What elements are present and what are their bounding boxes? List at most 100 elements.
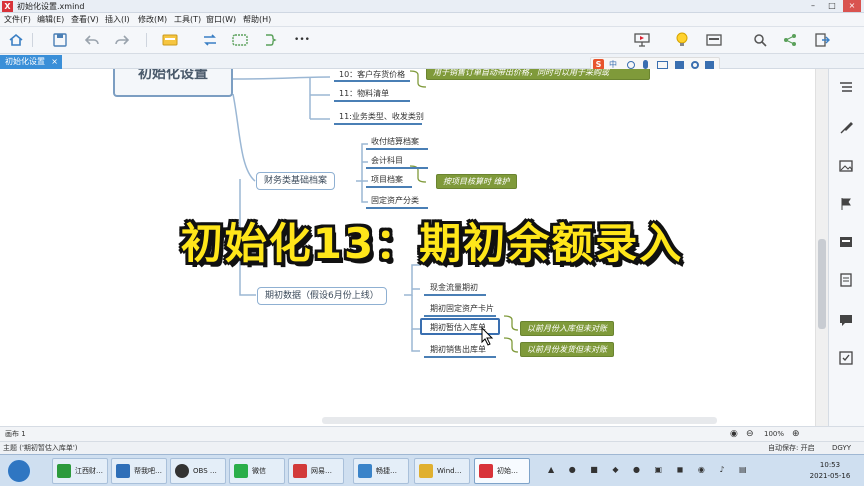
- topic-underline: [334, 80, 410, 82]
- chanjet-icon: [358, 464, 372, 478]
- obs-icon: [175, 464, 189, 478]
- folder-icon: [419, 464, 433, 478]
- sheet-tab[interactable]: 画布 1: [5, 428, 26, 441]
- notes-icon[interactable]: [837, 271, 855, 289]
- clock-time: 10:53: [819, 461, 841, 469]
- image-icon[interactable]: [837, 157, 855, 175]
- topic-sales-outbound[interactable]: 期初销售出库单: [430, 344, 486, 355]
- title-bar: X 初始化设置.xmind – □ ×: [0, 0, 864, 13]
- ime-tools-icon[interactable]: [705, 61, 714, 69]
- ime-emoji-icon[interactable]: [627, 61, 635, 69]
- clock-date: 2021-05-16: [809, 472, 851, 480]
- slides-icon[interactable]: [704, 31, 724, 49]
- app-icon: [116, 464, 130, 478]
- menu-insert[interactable]: 插入(I): [105, 13, 130, 27]
- topic-business-type[interactable]: 11:业务类型、收发类别: [339, 111, 424, 122]
- wechat-icon: [234, 464, 248, 478]
- redo-icon[interactable]: [112, 31, 132, 49]
- topic-underline: [366, 148, 428, 150]
- taskbar-item[interactable]: 网易…: [288, 458, 344, 484]
- taskbar-item-active[interactable]: 初始…: [474, 458, 530, 484]
- zoom-in-icon[interactable]: ⊕: [792, 428, 800, 441]
- topic-underline: [366, 207, 428, 209]
- topic-underline: [424, 294, 486, 296]
- zoom-out-icon[interactable]: ⊖: [746, 428, 754, 441]
- topic-accounts[interactable]: 会计科目: [371, 155, 403, 166]
- menu-view[interactable]: 查看(V): [71, 13, 99, 27]
- share-icon[interactable]: [780, 31, 800, 49]
- menu-window[interactable]: 窗口(W): [206, 13, 236, 27]
- ime-keyboard-icon[interactable]: [657, 61, 668, 69]
- home-icon[interactable]: [6, 31, 26, 49]
- topic-fixed-asset-class[interactable]: 固定资产分类: [371, 195, 419, 206]
- boundary-icon[interactable]: [230, 31, 250, 49]
- tab-document[interactable]: 初始化设置 ×: [0, 55, 62, 69]
- topic-project-archive[interactable]: 项目档案: [371, 174, 403, 185]
- menu-edit[interactable]: 编辑(E): [37, 13, 64, 27]
- close-button[interactable]: ×: [843, 0, 861, 12]
- ime-settings-icon[interactable]: [691, 61, 699, 69]
- xmind-logo-icon: X: [2, 1, 13, 12]
- lightbulb-icon[interactable]: [672, 31, 692, 49]
- topic-underline: [424, 315, 496, 317]
- theme-icon[interactable]: [160, 31, 180, 49]
- ime-mic-icon[interactable]: [643, 60, 648, 69]
- menu-help[interactable]: 帮助(H): [243, 13, 271, 27]
- horizontal-scrollbar[interactable]: [322, 417, 717, 424]
- menu-bar: 文件(F) 编辑(E) 查看(V) 插入(I) 修改(M) 工具(T) 窗口(W…: [0, 13, 864, 27]
- taskbar-item[interactable]: 微信: [229, 458, 285, 484]
- browser-icon: [57, 464, 71, 478]
- tab-close-icon[interactable]: ×: [51, 55, 58, 69]
- taskbar-item[interactable]: OBS …: [170, 458, 226, 484]
- window-title: 初始化设置.xmind: [17, 2, 85, 11]
- search-icon[interactable]: [750, 31, 770, 49]
- branch-opening-data[interactable]: 期初数据（假设6月份上线）: [257, 287, 387, 305]
- more-icon[interactable]: •••: [292, 31, 312, 49]
- topic-bom[interactable]: 11：物料清单: [339, 88, 389, 99]
- export-icon[interactable]: [812, 31, 832, 49]
- minimize-button[interactable]: –: [804, 0, 822, 12]
- mouse-cursor-icon: [481, 327, 494, 346]
- menu-tools[interactable]: 工具(T): [174, 13, 201, 27]
- topic-customer-price[interactable]: 10：客户存货价格: [339, 69, 405, 80]
- outline-icon[interactable]: [837, 79, 855, 97]
- root-topic[interactable]: 初始化设置: [113, 69, 233, 97]
- topic-fixed-asset-cards[interactable]: 期初固定资产卡片: [430, 303, 494, 314]
- undo-icon[interactable]: [82, 31, 102, 49]
- app-window: X 初始化设置.xmind – □ × 文件(F) 编辑(E) 查看(V) 插入…: [0, 0, 864, 486]
- topic-cashflow-opening[interactable]: 现金流量期初: [430, 282, 478, 293]
- save-icon[interactable]: [50, 31, 70, 49]
- clock[interactable]: 10:53 2021-05-16: [800, 460, 860, 482]
- zoom-level[interactable]: 100%: [764, 428, 784, 441]
- netease-icon: [293, 464, 307, 478]
- topic-estimated-inbound[interactable]: 期初暂估入库单: [430, 322, 486, 333]
- format-brush-icon[interactable]: [837, 119, 855, 137]
- callout-outbound-note[interactable]: 以前月份发货但未对账: [520, 342, 614, 357]
- status-bar: 主题 ('期初暂估入库单') 自动保存: 开启 DGYY: [0, 441, 864, 454]
- summary-icon[interactable]: [260, 31, 280, 49]
- topic-underline: [424, 356, 496, 358]
- callout-project-note[interactable]: 按项目核算时 维护: [436, 174, 517, 189]
- topic-settlement[interactable]: 收付结算档案: [371, 136, 419, 147]
- taskbar-item[interactable]: 畅捷…: [353, 458, 409, 484]
- start-button[interactable]: [6, 458, 32, 484]
- callout-price-note[interactable]: 用于销售订单自动带出价格，同时可以用于采购或: [426, 69, 650, 80]
- task-info-icon[interactable]: [837, 349, 855, 367]
- taskbar-item[interactable]: Wind…: [414, 458, 470, 484]
- relationship-icon[interactable]: [200, 31, 220, 49]
- ime-skin-icon[interactable]: [675, 61, 684, 69]
- video-caption-overlay: 初始化13：期初余额录入: [180, 219, 684, 268]
- view-eye-icon[interactable]: ◉: [730, 428, 738, 441]
- tray-icons[interactable]: ▲ ● ■ ◆ ● ▣ ◼ ◉ ♪ ▤: [548, 465, 788, 477]
- toolbar: •••: [0, 27, 864, 54]
- comment-icon[interactable]: [837, 311, 855, 329]
- callout-inbound-note[interactable]: 以前月份入库但未对账: [520, 321, 614, 336]
- presentation-icon[interactable]: [632, 31, 652, 49]
- maximize-button[interactable]: □: [823, 0, 841, 12]
- branch-finance-archives[interactable]: 财务类基础档案: [256, 172, 336, 190]
- taskbar-item[interactable]: 江西财…: [52, 458, 108, 484]
- topic-underline: [334, 123, 422, 125]
- taskbar-item[interactable]: 帮我吧…: [111, 458, 167, 484]
- menu-modify[interactable]: 修改(M): [138, 13, 167, 27]
- menu-file[interactable]: 文件(F): [4, 13, 31, 27]
